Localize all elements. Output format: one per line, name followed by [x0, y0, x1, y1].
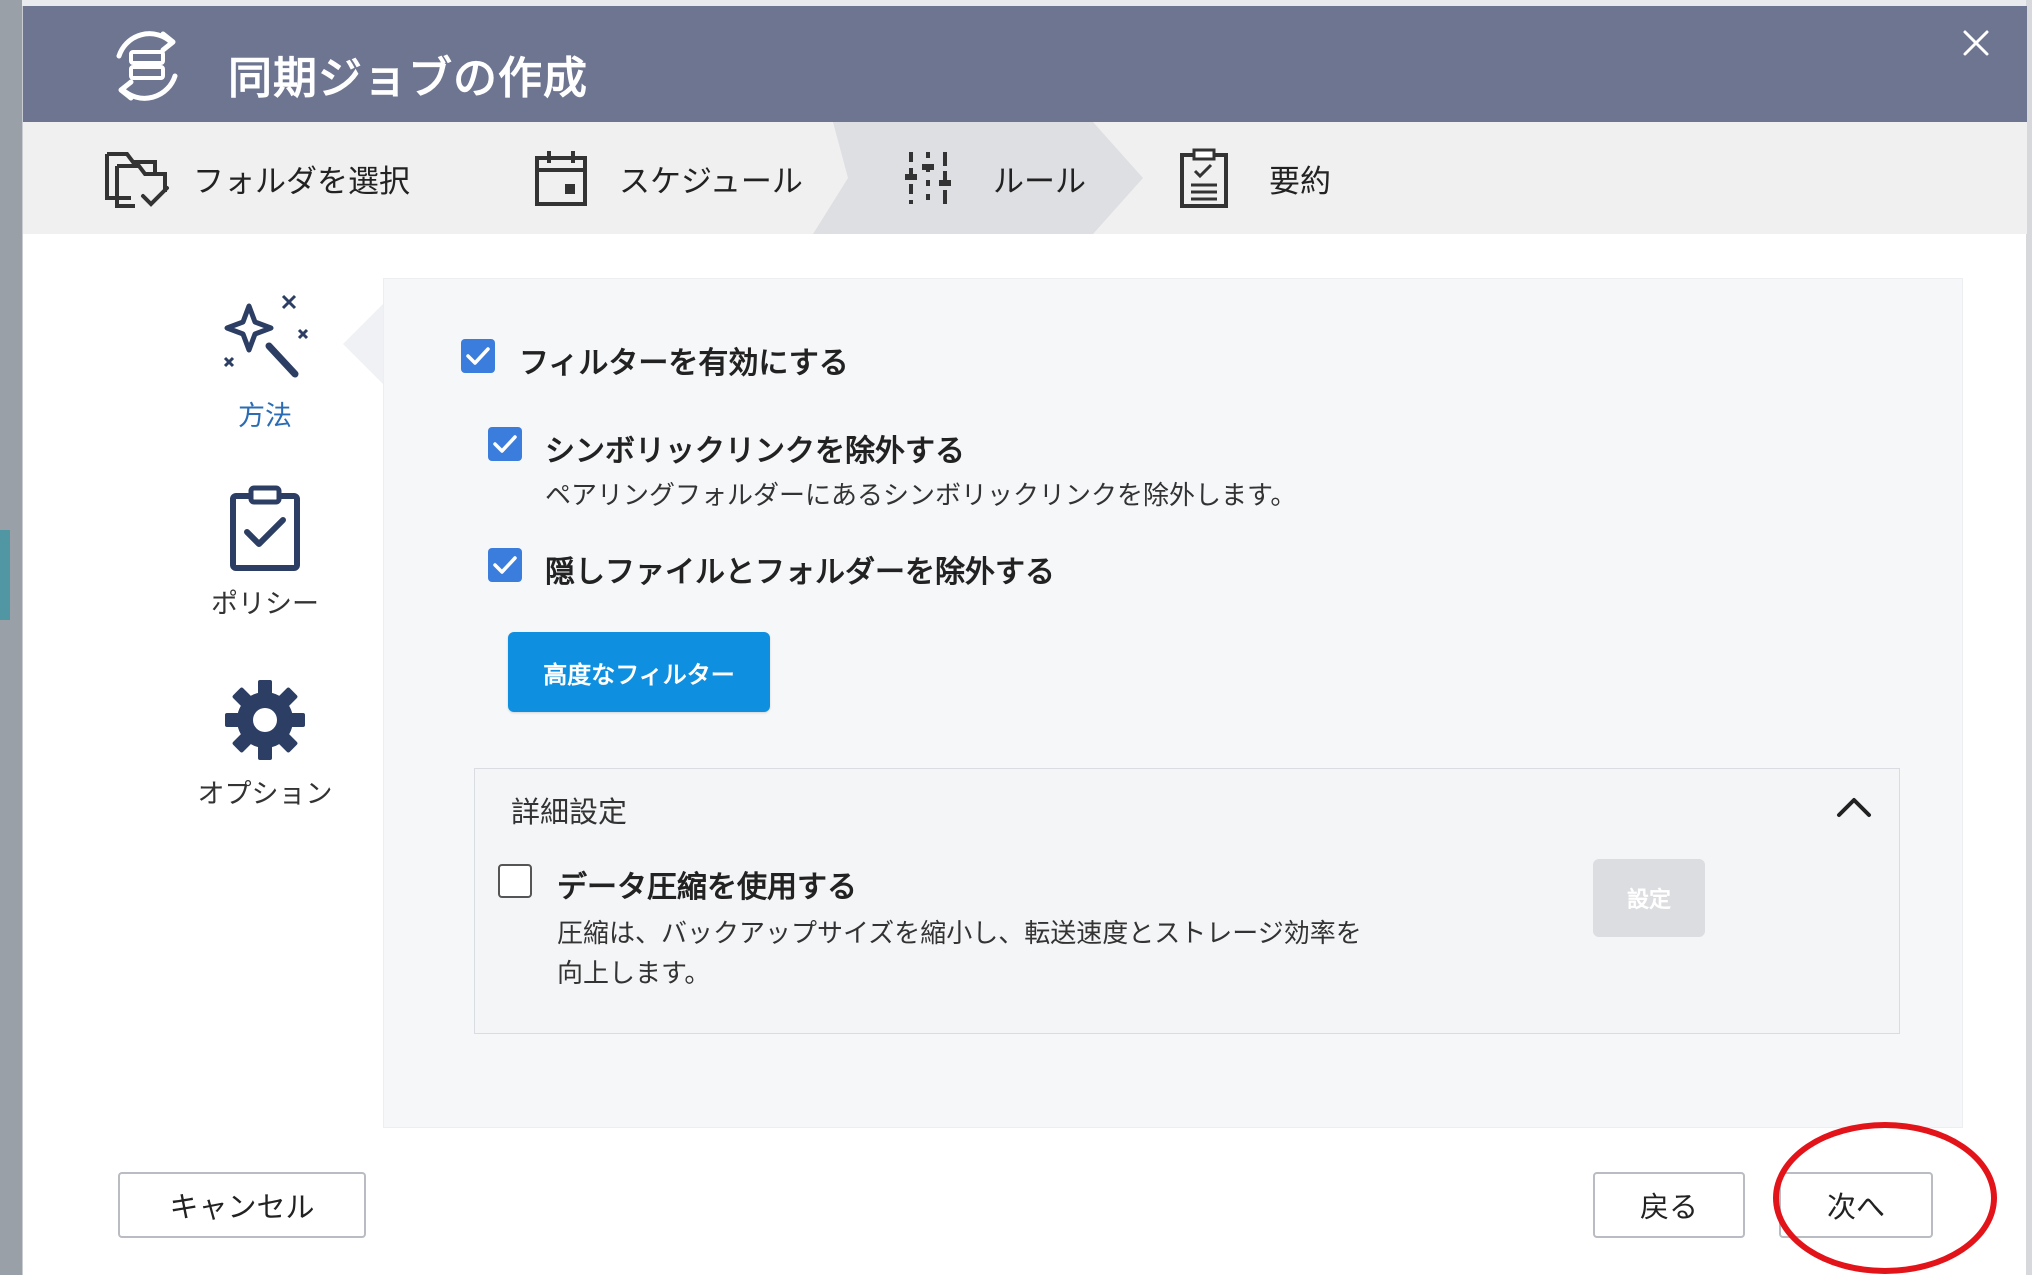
step-summary[interactable]: 要約	[1179, 122, 1331, 234]
magic-wand-icon	[223, 294, 309, 378]
cancel-button[interactable]: キャンセル	[118, 1172, 366, 1238]
clipboard-check-icon	[230, 485, 300, 571]
data-compression-description-line1: 圧縮は、バックアップサイズを縮小し、転送速度とストレージ効率を	[557, 919, 1362, 949]
step-schedule[interactable]: スケジュール	[533, 122, 803, 234]
chevron-up-icon[interactable]	[1835, 795, 1873, 819]
nav-policy[interactable]: ポリシー	[155, 482, 375, 621]
panel-pointer	[343, 302, 385, 386]
step-label: 要約	[1269, 163, 1331, 200]
calendar-icon	[535, 151, 587, 206]
data-compression-checkbox[interactable]	[498, 864, 532, 898]
enable-filter-checkbox[interactable]	[461, 339, 495, 373]
wizard-steps: フォルダを選択 スケジュール ルール 要約	[23, 122, 2027, 234]
enable-filter-label: フィルターを有効にする	[519, 346, 849, 381]
sliders-icon	[905, 152, 951, 204]
exclude-hidden-label: 隠しファイルとフォルダーを除外する	[545, 555, 1055, 590]
advanced-filter-button[interactable]: 高度なフィルター	[508, 632, 770, 712]
sync-job-icon	[116, 31, 178, 101]
step-label: スケジュール	[619, 163, 803, 200]
step-select-folder[interactable]: フォルダを選択	[101, 122, 410, 234]
annotation-circle	[1773, 1122, 1997, 1274]
nav-label: オプション	[197, 779, 333, 810]
exclude-symlink-label: シンボリックリンクを除外する	[545, 434, 965, 469]
create-sync-job-dialog: 同期ジョブの作成 フォルダを選択 スケジュール ルール 要約 方法 ポリシー オ…	[22, 6, 2027, 1275]
dialog-titlebar: 同期ジョブの作成	[23, 6, 2027, 122]
step-rules[interactable]: ルール	[903, 122, 1086, 234]
step-label: ルール	[993, 163, 1086, 200]
back-button[interactable]: 戻る	[1593, 1172, 1745, 1238]
advanced-settings-title: 詳細設定	[511, 795, 628, 829]
nav-label: 方法	[238, 401, 292, 432]
checkmark-icon	[493, 556, 517, 574]
nav-label: ポリシー	[211, 589, 319, 620]
gear-icon	[225, 680, 305, 760]
screen: 同期ジョブの作成 フォルダを選択 スケジュール ルール 要約 方法 ポリシー オ…	[0, 0, 2032, 1275]
nav-options[interactable]: オプション	[155, 678, 375, 811]
data-compression-description-line2: 向上します。	[557, 959, 711, 989]
folder-check-icon	[105, 152, 169, 208]
dialog-title: 同期ジョブの作成	[228, 53, 588, 104]
checkmark-icon	[466, 347, 490, 365]
clipboard-list-icon	[1180, 148, 1228, 208]
compression-settings-button[interactable]: 設定	[1593, 859, 1705, 937]
nav-method[interactable]: 方法	[155, 284, 375, 433]
data-compression-label: データ圧縮を使用する	[557, 870, 857, 905]
close-icon[interactable]	[1959, 26, 1993, 60]
checkmark-icon	[493, 435, 517, 453]
background-accent	[0, 530, 10, 620]
exclude-symlink-checkbox[interactable]	[488, 427, 522, 461]
step-label: フォルダを選択	[193, 163, 410, 200]
background-strip-left	[0, 0, 22, 1275]
exclude-symlink-description: ペアリングフォルダーにあるシンボリックリンクを除外します。	[545, 481, 1297, 511]
exclude-hidden-checkbox[interactable]	[488, 548, 522, 582]
